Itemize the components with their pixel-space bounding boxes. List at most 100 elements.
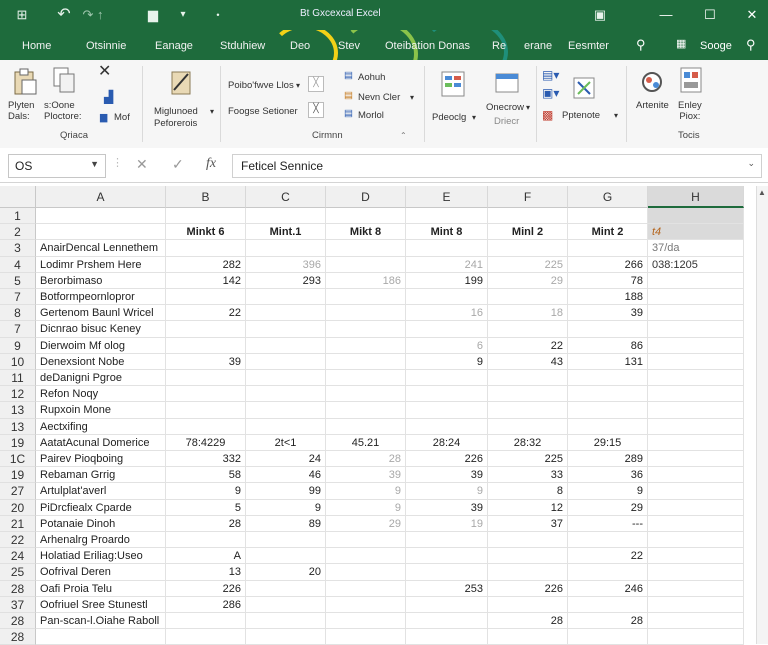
- data-cell[interactable]: [326, 256, 406, 273]
- data-cell[interactable]: [406, 240, 488, 257]
- data-cell[interactable]: 5: [166, 499, 246, 516]
- data-cell[interactable]: 9: [406, 353, 488, 370]
- sum-icon[interactable]: ▤▾: [542, 69, 559, 81]
- data-cell[interactable]: [326, 418, 406, 435]
- data-cell[interactable]: 9: [166, 483, 246, 500]
- row-header[interactable]: 24: [0, 548, 36, 565]
- data-cell[interactable]: [648, 483, 744, 500]
- data-cell[interactable]: [568, 629, 648, 645]
- row-label-cell[interactable]: Potanaie Dinoh: [36, 515, 166, 532]
- row-label-cell[interactable]: Holatiad Eriliag:Useo: [36, 548, 166, 565]
- row-label-cell[interactable]: Pairev Pioqboing: [36, 451, 166, 468]
- row-header[interactable]: 37: [0, 596, 36, 613]
- data-cell[interactable]: 188: [568, 289, 648, 306]
- sort-filter-icon[interactable]: [572, 74, 598, 102]
- data-cell[interactable]: [648, 499, 744, 516]
- copy-icon[interactable]: ▟: [104, 91, 113, 103]
- maximize-button[interactable]: ☐: [696, 4, 724, 26]
- data-cell[interactable]: 2t<1: [246, 434, 326, 451]
- data-cell[interactable]: [166, 613, 246, 630]
- data-cell[interactable]: [246, 532, 326, 549]
- row-header[interactable]: 19: [0, 467, 36, 484]
- row-header[interactable]: 22: [0, 532, 36, 549]
- data-cell[interactable]: 246: [568, 580, 648, 597]
- data-cell[interactable]: [488, 532, 568, 549]
- data-cell[interactable]: [648, 386, 744, 403]
- data-cell[interactable]: [406, 370, 488, 387]
- data-cell[interactable]: 86: [568, 337, 648, 354]
- row-header[interactable]: 13: [0, 402, 36, 419]
- data-cell[interactable]: 199: [406, 272, 488, 289]
- insert-function-icon[interactable]: fx: [206, 156, 216, 172]
- data-cell[interactable]: 99: [246, 483, 326, 500]
- row-header[interactable]: 4: [0, 256, 36, 273]
- data-cell[interactable]: 22: [488, 337, 568, 354]
- data-cell[interactable]: 226: [166, 580, 246, 597]
- data-cell[interactable]: [648, 467, 744, 484]
- data-cell[interactable]: [406, 208, 488, 225]
- data-cell[interactable]: 9: [568, 483, 648, 500]
- row-label-cell[interactable]: Gertenom Baunl Wricel: [36, 305, 166, 322]
- row-header[interactable]: 1: [0, 208, 36, 225]
- data-cell[interactable]: 28:24: [406, 434, 488, 451]
- data-cell[interactable]: 24: [246, 451, 326, 468]
- data-cell[interactable]: 9: [406, 483, 488, 500]
- row-header[interactable]: 28: [0, 629, 36, 645]
- dialog-launcher-icon[interactable]: ⌃: [400, 130, 407, 141]
- column-header-h[interactable]: H: [648, 186, 744, 208]
- data-cell[interactable]: [568, 386, 648, 403]
- data-cell[interactable]: 36: [568, 467, 648, 484]
- column-header-g[interactable]: G: [568, 186, 648, 208]
- data-cell[interactable]: [648, 596, 744, 613]
- data-cell[interactable]: 332: [166, 451, 246, 468]
- ribbon-display-icon[interactable]: ▣: [590, 6, 610, 24]
- number-item-3[interactable]: Morlol: [358, 110, 384, 121]
- data-cell[interactable]: [246, 370, 326, 387]
- row-label-cell[interactable]: Aectxifing: [36, 418, 166, 435]
- data-cell[interactable]: [648, 580, 744, 597]
- data-cell[interactable]: 18: [488, 305, 568, 322]
- data-cell[interactable]: [246, 402, 326, 419]
- data-cell[interactable]: 89: [246, 515, 326, 532]
- data-cell[interactable]: [326, 240, 406, 257]
- row-header[interactable]: 7: [0, 289, 36, 306]
- data-cell[interactable]: [246, 289, 326, 306]
- data-cell[interactable]: 33: [488, 467, 568, 484]
- row-label-cell[interactable]: Pan-scan-l.Oiahe Raboll: [36, 613, 166, 630]
- data-cell[interactable]: [406, 402, 488, 419]
- data-cell[interactable]: 266: [568, 256, 648, 273]
- data-cell[interactable]: 28: [326, 451, 406, 468]
- alignment-label-1[interactable]: Poibo'fwve Llos: [228, 80, 294, 91]
- data-cell[interactable]: [488, 289, 568, 306]
- tab-view[interactable]: Oteibation Donas: [385, 40, 470, 52]
- data-cell[interactable]: [406, 548, 488, 565]
- insert-cells-icon[interactable]: [494, 70, 520, 98]
- enter-icon[interactable]: ✓: [172, 156, 184, 173]
- data-cell[interactable]: 282: [166, 256, 246, 273]
- row-header[interactable]: 13: [0, 418, 36, 435]
- row-label-cell[interactable]: Botformpeornlopror: [36, 289, 166, 306]
- undo-icon[interactable]: ↶: [52, 6, 76, 24]
- row-header[interactable]: 28: [0, 613, 36, 630]
- row-label-cell[interactable]: Lodimr Prshem Here: [36, 256, 166, 273]
- data-cell[interactable]: 9: [326, 483, 406, 500]
- data-cell[interactable]: [648, 451, 744, 468]
- data-cell[interactable]: [326, 208, 406, 225]
- data-cell[interactable]: 8: [488, 483, 568, 500]
- share-icon[interactable]: ▦: [676, 37, 686, 50]
- data-cell[interactable]: [648, 532, 744, 549]
- tab-help[interactable]: erane: [524, 40, 552, 52]
- percent-icon[interactable]: ▤: [344, 108, 353, 119]
- row-label-cell[interactable]: Denexsiont Nobe: [36, 353, 166, 370]
- data-cell[interactable]: 29:15: [568, 434, 648, 451]
- data-cell[interactable]: [326, 289, 406, 306]
- row-label-cell[interactable]: [36, 208, 166, 225]
- data-cell[interactable]: [648, 208, 744, 225]
- paste-label[interactable]: Plyten Dals:: [8, 100, 34, 122]
- data-cell[interactable]: [648, 370, 744, 387]
- data-cell[interactable]: 396: [246, 256, 326, 273]
- cells-label-2[interactable]: Driecr: [494, 116, 519, 127]
- data-cell[interactable]: [568, 564, 648, 581]
- data-cell[interactable]: [648, 613, 744, 630]
- number-dropdown-icon[interactable]: ▾: [410, 92, 414, 103]
